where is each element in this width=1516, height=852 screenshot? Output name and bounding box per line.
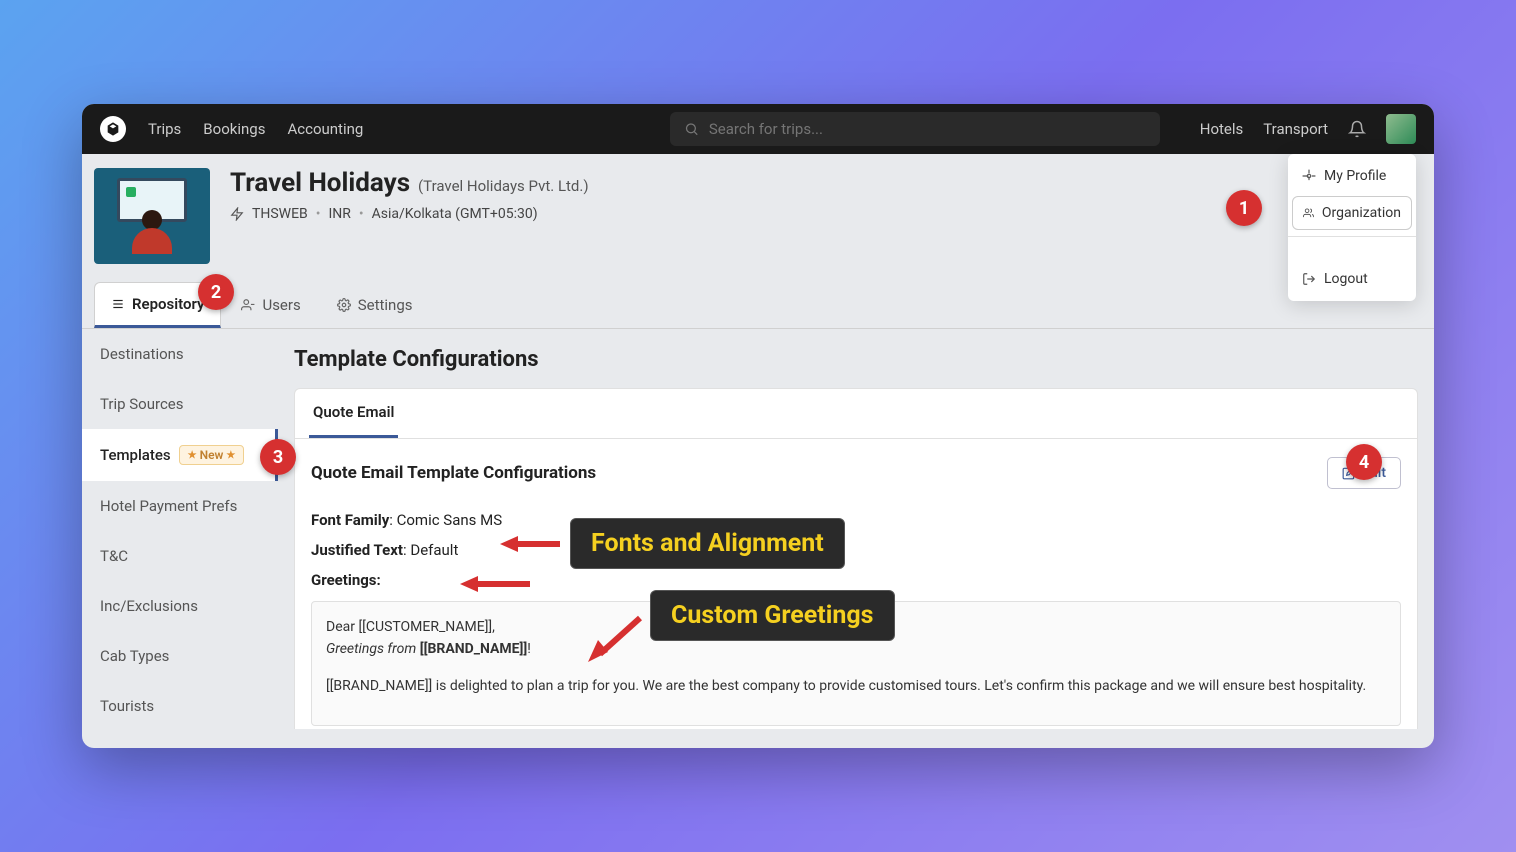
list-icon (111, 297, 125, 311)
dropdown-divider (1288, 236, 1416, 237)
dropdown-organization[interactable]: Organization (1292, 196, 1412, 230)
org-timezone: Asia/Kolkata (GMT+05:30) (372, 206, 538, 222)
org-code: THSWEB (252, 206, 308, 222)
sidebar-destinations[interactable]: Destinations (82, 329, 278, 379)
tabs-row: Repository Users Settings (82, 282, 1434, 329)
bell-icon[interactable] (1348, 120, 1366, 138)
topbar: Trips Bookings Accounting Hotels Transpo… (82, 104, 1434, 154)
config-justified-text: Justified Text: Default (311, 541, 1401, 559)
org-info: Travel Holidays (Travel Holidays Pvt. Lt… (230, 168, 589, 222)
logout-icon (1302, 272, 1316, 286)
sidebar-tc[interactable]: T&C (82, 531, 278, 581)
settings-icon (337, 298, 351, 312)
dropdown-organization-label: Organization (1322, 205, 1401, 221)
section-title: Quote Email Template Configurations (311, 463, 596, 483)
dropdown-my-profile[interactable]: My Profile (1288, 158, 1416, 194)
search-box[interactable] (670, 112, 1160, 146)
new-badge: ★New★ (179, 445, 245, 465)
sidebar-templates[interactable]: Templates ★New★ (82, 429, 278, 481)
right-links: Hotels Transport (1200, 114, 1416, 144)
greetings-box: Dear [[CUSTOMER_NAME]], Greetings from [… (311, 601, 1401, 726)
org-currency: INR (329, 206, 351, 222)
tab-quote-email[interactable]: Quote Email (309, 389, 398, 438)
org-logo (94, 168, 210, 264)
sidebar-cab-types[interactable]: Cab Types (82, 631, 278, 681)
users-icon (241, 298, 255, 312)
gear-icon (1302, 169, 1316, 183)
nav-hotels[interactable]: Hotels (1200, 120, 1244, 138)
pencil-icon (1342, 466, 1356, 480)
tab-users[interactable]: Users (225, 282, 316, 328)
dropdown-logout-label: Logout (1324, 271, 1368, 287)
sidebar: Destinations Trip Sources Templates ★New… (82, 329, 278, 729)
config-font-family: Font Family: Comic Sans MS (311, 511, 1401, 529)
org-icon (1303, 206, 1314, 220)
sidebar-tourists[interactable]: Tourists (82, 681, 278, 731)
dropdown-profile-label: My Profile (1324, 168, 1386, 184)
sidebar-trip-sources[interactable]: Trip Sources (82, 379, 278, 429)
card-tabs: Quote Email (295, 389, 1417, 439)
search-icon (684, 121, 699, 137)
nav-trips[interactable]: Trips (148, 120, 181, 138)
sidebar-hotel-prefs[interactable]: Hotel Payment Prefs (82, 481, 278, 531)
app-logo[interactable] (100, 116, 126, 142)
org-header: Travel Holidays (Travel Holidays Pvt. Lt… (82, 154, 1434, 282)
edit-button-label: Edit (1362, 465, 1386, 481)
config-greetings-label: Greetings: (311, 571, 1401, 589)
tab-settings-label: Settings (358, 296, 413, 314)
search-input[interactable] (709, 120, 1146, 138)
tab-users-label: Users (262, 296, 300, 314)
nav-accounting[interactable]: Accounting (287, 120, 363, 138)
lightning-icon (230, 207, 244, 221)
config-card: Quote Email Quote Email Template Configu… (294, 388, 1418, 729)
sidebar-templates-label: Templates (100, 446, 171, 464)
content-area: Destinations Trip Sources Templates ★New… (82, 329, 1434, 729)
dropdown-logout[interactable]: Logout (1288, 261, 1416, 297)
user-dropdown: My Profile Organization Logout (1288, 154, 1416, 301)
nav-links: Trips Bookings Accounting (148, 120, 363, 138)
org-name: Travel Holidays (230, 168, 410, 198)
main-panel: Template Configurations Quote Email Quot… (278, 329, 1434, 729)
sidebar-inc-excl[interactable]: Inc/Exclusions (82, 581, 278, 631)
edit-button[interactable]: Edit (1327, 457, 1401, 489)
user-avatar[interactable] (1386, 114, 1416, 144)
tab-repository-label: Repository (132, 295, 204, 313)
tab-repository[interactable]: Repository (94, 282, 221, 328)
org-legal-name: (Travel Holidays Pvt. Ltd.) (418, 177, 589, 195)
tab-settings[interactable]: Settings (321, 282, 429, 328)
nav-bookings[interactable]: Bookings (203, 120, 265, 138)
app-window: Trips Bookings Accounting Hotels Transpo… (82, 104, 1434, 748)
panel-title: Template Configurations (294, 347, 1418, 372)
nav-transport[interactable]: Transport (1263, 120, 1328, 138)
